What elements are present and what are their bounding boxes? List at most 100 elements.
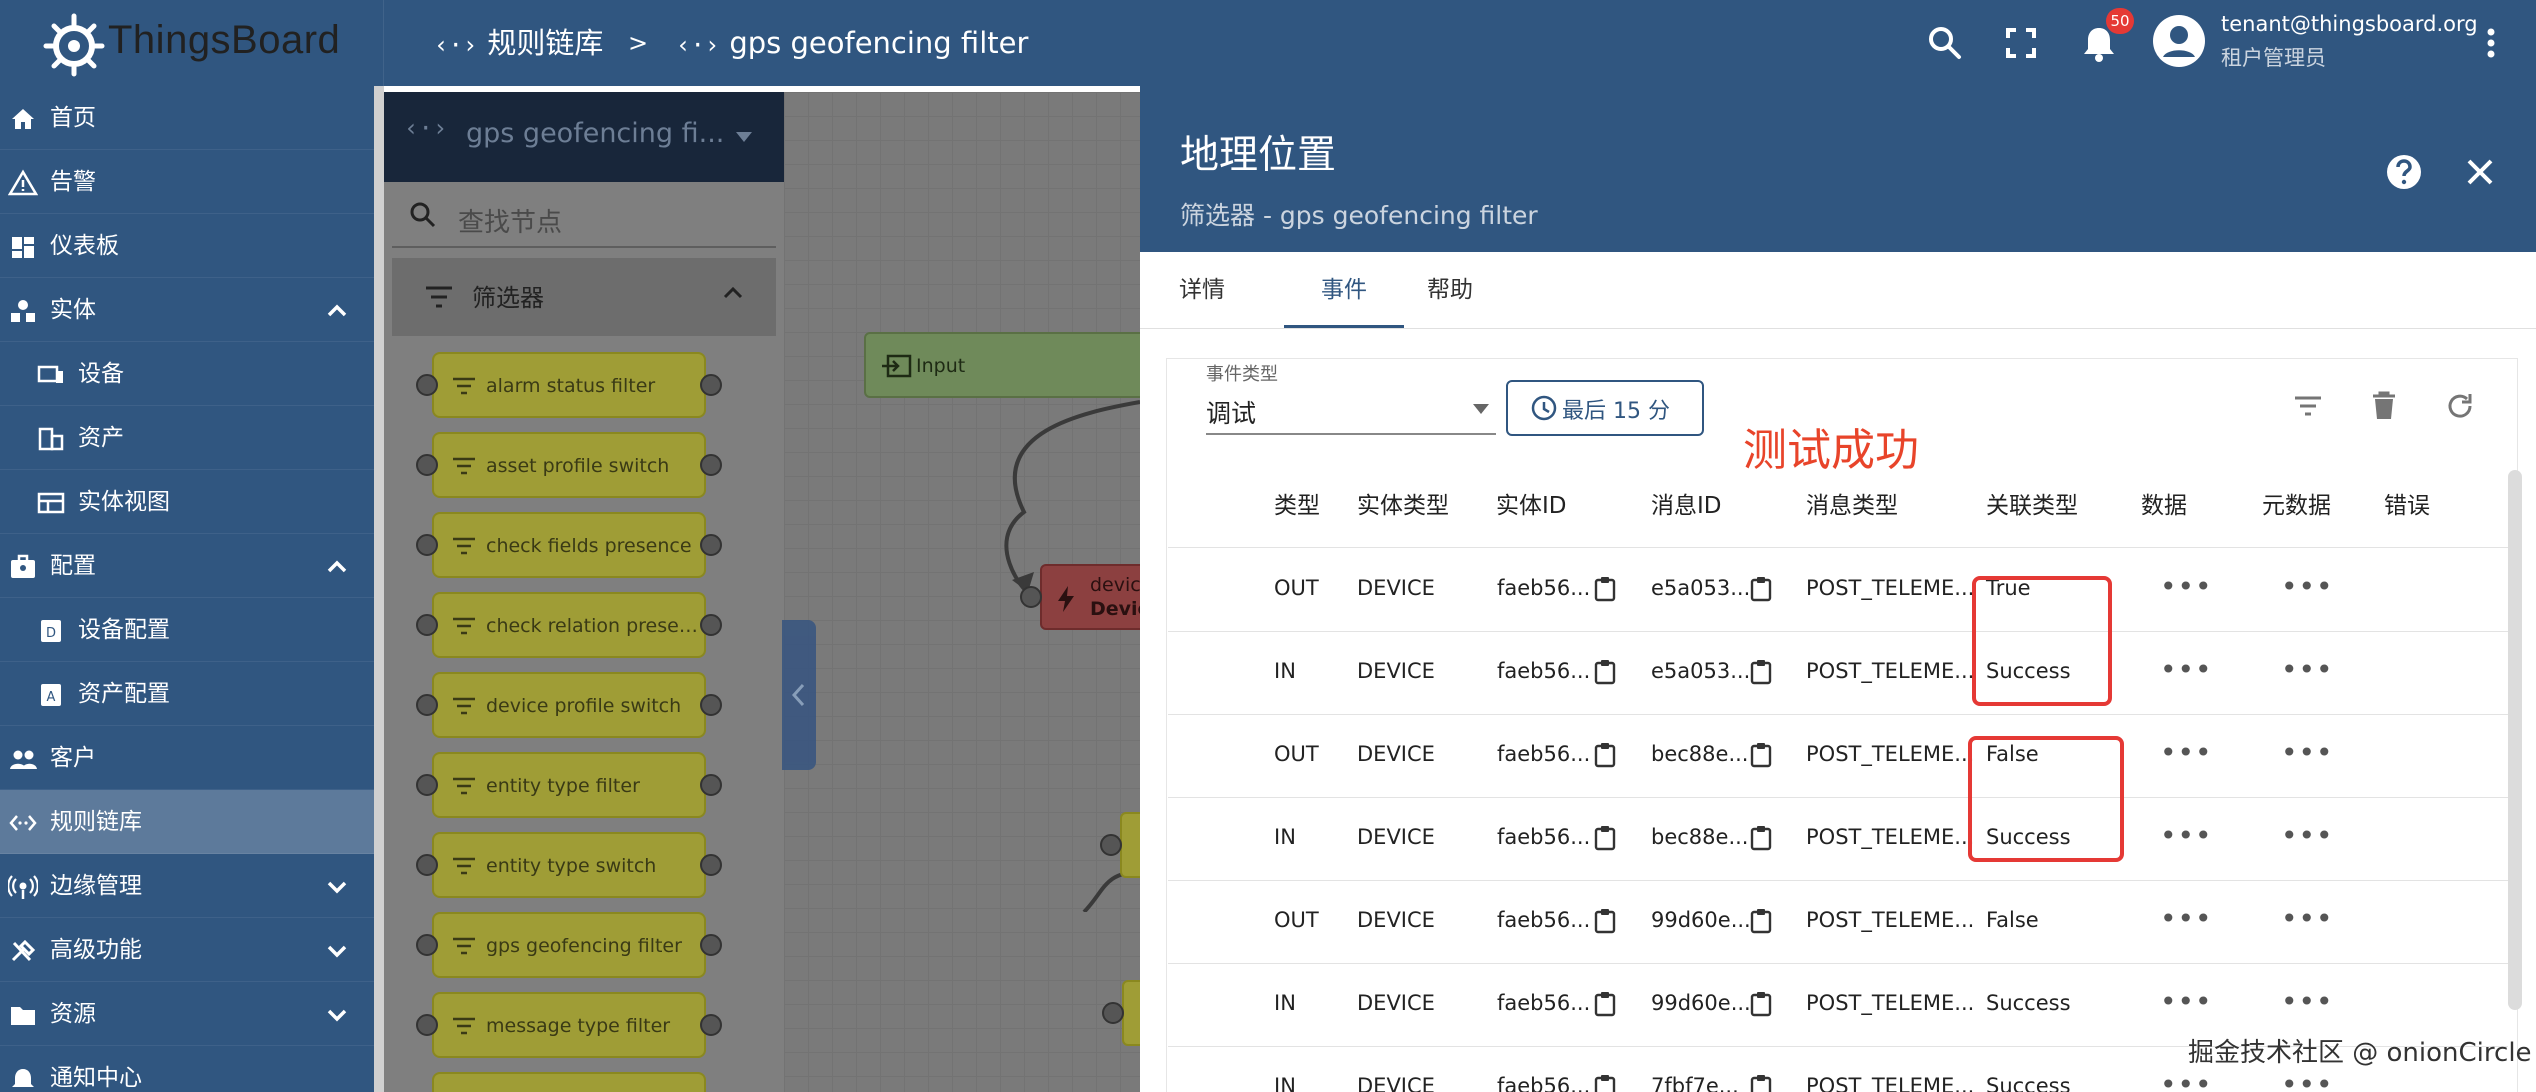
fullscreen-icon[interactable] <box>1998 20 2044 66</box>
library-node[interactable]: alarm status filter <box>432 352 706 418</box>
cell-type: IN <box>1274 991 1296 1015</box>
highlight-box-true <box>1972 576 2112 706</box>
column-header[interactable]: 实体ID <box>1496 486 1567 520</box>
node-search[interactable] <box>392 182 776 248</box>
cell-entity-id: faeb56... <box>1497 908 1591 932</box>
column-header[interactable]: 实体类型 <box>1357 486 1449 520</box>
library-node[interactable]: check fields presence <box>432 512 706 578</box>
delete-icon[interactable] <box>2364 386 2404 426</box>
library-node[interactable] <box>432 1072 706 1092</box>
copy-icon[interactable] <box>1594 742 1616 768</box>
node-port <box>1020 586 1042 608</box>
data-more-button[interactable]: ••• <box>2160 736 2212 769</box>
cell-msg-id: 7fbf7e... <box>1651 1074 1739 1092</box>
data-more-button[interactable]: ••• <box>2160 570 2212 603</box>
library-node[interactable]: gps geofencing filter <box>432 912 706 978</box>
metadata-more-button[interactable]: ••• <box>2281 570 2333 603</box>
filter-icon <box>453 537 475 555</box>
sidebar-item-advanced[interactable]: 高级功能 <box>0 918 374 982</box>
event-type-select[interactable]: 调试 <box>1206 394 1256 430</box>
copy-icon[interactable] <box>1750 659 1772 685</box>
copy-icon[interactable] <box>1750 742 1772 768</box>
library-node[interactable]: asset profile switch <box>432 432 706 498</box>
cell-type: OUT <box>1274 576 1319 600</box>
sidebar-item-customers[interactable]: 客户 <box>0 726 374 790</box>
entity-view-icon <box>37 492 65 514</box>
filter-icon <box>453 617 475 635</box>
breadcrumb-root-label: 规则链库 <box>487 26 604 60</box>
library-node[interactable]: message type filter <box>432 992 706 1058</box>
rule-chain-canvas[interactable]: Input device Device <box>784 92 1162 1092</box>
app-logo[interactable]: ThingsBoard <box>0 0 384 86</box>
sidebar-item-home[interactable]: 首页 <box>0 86 374 150</box>
svg-text:D: D <box>46 626 56 641</box>
cell-entity-id: faeb56... <box>1497 742 1591 766</box>
data-more-button[interactable]: ••• <box>2160 653 2212 686</box>
cell-msg-type: POST_TELEME... <box>1806 576 1975 600</box>
filter-icon <box>453 377 475 395</box>
data-more-button[interactable]: ••• <box>2160 985 2212 1018</box>
sidebar-item-label: 首页 <box>50 105 96 131</box>
sidebar-item-device-profiles[interactable]: D 设备配置 <box>0 598 374 662</box>
metadata-more-button[interactable]: ••• <box>2281 902 2333 935</box>
breadcrumb-root[interactable]: ‹·› 规则链库 <box>434 22 603 64</box>
copy-icon[interactable] <box>1594 576 1616 602</box>
data-more-button[interactable]: ••• <box>2160 1068 2212 1092</box>
column-header[interactable]: 类型 <box>1274 486 1320 520</box>
tab-events[interactable]: 事件 <box>1284 252 1404 328</box>
copy-icon[interactable] <box>1750 991 1772 1017</box>
sidebar-item-alarms[interactable]: 告警 <box>0 150 374 214</box>
close-icon[interactable] <box>2460 152 2500 192</box>
filter-icon[interactable] <box>2288 386 2328 426</box>
library-node[interactable]: entity type switch <box>432 832 706 898</box>
sidebar-item-label: 资源 <box>50 1001 96 1027</box>
library-node[interactable]: device profile switch <box>432 672 706 738</box>
column-header[interactable]: 消息类型 <box>1806 486 1898 520</box>
more-vert-icon[interactable] <box>2468 20 2514 66</box>
node-port <box>416 1014 438 1036</box>
data-more-button[interactable]: ••• <box>2160 819 2212 852</box>
metadata-more-button[interactable]: ••• <box>2281 736 2333 769</box>
library-node[interactable]: entity type filter <box>432 752 706 818</box>
copy-icon[interactable] <box>1750 1074 1772 1092</box>
copy-icon[interactable] <box>1594 991 1616 1017</box>
column-header[interactable]: 关联类型 <box>1986 486 2078 520</box>
sidebar-item-rule-chains[interactable]: 规则链库 <box>0 790 374 854</box>
search-icon[interactable] <box>1922 20 1968 66</box>
copy-icon[interactable] <box>1594 825 1616 851</box>
data-more-button[interactable]: ••• <box>2160 902 2212 935</box>
rule-chain-icon: ‹·› <box>404 114 448 142</box>
sidebar-item-asset-profiles[interactable]: A 资产配置 <box>0 662 374 726</box>
copy-icon[interactable] <box>1750 825 1772 851</box>
tab-details[interactable]: 详情 <box>1176 252 1228 328</box>
refresh-icon[interactable] <box>2440 386 2480 426</box>
copy-icon[interactable] <box>1750 908 1772 934</box>
copy-icon[interactable] <box>1750 576 1772 602</box>
tab-help[interactable]: 帮助 <box>1424 252 1476 328</box>
sidebar-item-devices[interactable]: 设备 <box>0 342 374 406</box>
sidebar-item-entities[interactable]: 实体 <box>0 278 374 342</box>
sidebar-scrollbar[interactable] <box>374 86 384 1092</box>
metadata-more-button[interactable]: ••• <box>2281 819 2333 852</box>
metadata-more-button[interactable]: ••• <box>2281 985 2333 1018</box>
help-icon[interactable] <box>2384 152 2424 192</box>
sidebar-item-assets[interactable]: 资产 <box>0 406 374 470</box>
metadata-more-button[interactable]: ••• <box>2281 653 2333 686</box>
sidebar-item-dashboards[interactable]: 仪表板 <box>0 214 374 278</box>
avatar[interactable] <box>2152 14 2206 68</box>
sidebar-item-entity-views[interactable]: 实体视图 <box>0 470 374 534</box>
library-node[interactable]: check relation presen... <box>432 592 706 658</box>
copy-icon[interactable] <box>1594 1074 1616 1092</box>
filter-section-header[interactable] <box>392 258 776 336</box>
copy-icon[interactable] <box>1594 908 1616 934</box>
sidebar-item-profiles[interactable]: 配置 <box>0 534 374 598</box>
library-toggle-button[interactable] <box>782 620 816 770</box>
sidebar-item-resources[interactable]: 资源 <box>0 982 374 1046</box>
metadata-more-button[interactable]: ••• <box>2281 1068 2333 1092</box>
table-scrollbar[interactable] <box>2508 470 2522 1010</box>
copy-icon[interactable] <box>1594 659 1616 685</box>
column-header[interactable]: 消息ID <box>1651 486 1722 520</box>
sidebar-item-notification-center[interactable]: 通知中心 <box>0 1046 374 1092</box>
dropdown-arrow-icon[interactable] <box>1473 404 1489 414</box>
sidebar-item-edge[interactable]: 边缘管理 <box>0 854 374 918</box>
